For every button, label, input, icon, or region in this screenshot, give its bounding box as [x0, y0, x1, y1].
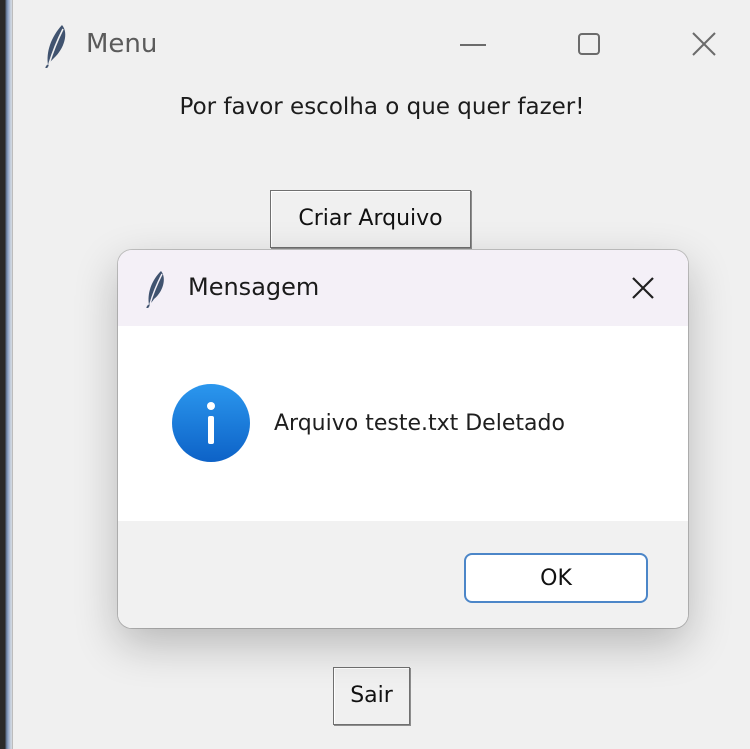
- minimize-icon: [460, 44, 486, 46]
- message-dialog-titlebar[interactable]: Mensagem: [118, 250, 688, 326]
- dialog-message: Arquivo teste.txt Deletado: [274, 411, 565, 436]
- create-file-button[interactable]: Criar Arquivo: [270, 190, 471, 248]
- exit-button[interactable]: Sair: [333, 667, 410, 725]
- message-dialog: Mensagem Arquivo teste.txt Deletado OK: [118, 250, 688, 628]
- feather-icon: [143, 268, 169, 309]
- message-dialog-body: Arquivo teste.txt Deletado: [118, 326, 688, 521]
- info-icon: [171, 383, 251, 463]
- message-dialog-title: Mensagem: [188, 273, 320, 301]
- menu-prompt: Por favor escolha o que quer fazer!: [179, 94, 585, 120]
- maximize-icon: [578, 33, 600, 55]
- desktop-left-edge: [0, 0, 12, 749]
- dialog-close-button[interactable]: [623, 268, 663, 308]
- close-icon: [692, 32, 716, 56]
- main-window-title: Menu: [86, 29, 158, 59]
- maximize-button[interactable]: [560, 18, 620, 72]
- main-window-titlebar[interactable]: Menu: [13, 0, 750, 88]
- feather-icon: [41, 22, 71, 69]
- message-dialog-footer: OK: [118, 521, 688, 628]
- close-button[interactable]: [673, 18, 733, 72]
- ok-button[interactable]: OK: [464, 553, 648, 603]
- close-icon: [632, 277, 654, 299]
- minimize-button[interactable]: [443, 18, 503, 72]
